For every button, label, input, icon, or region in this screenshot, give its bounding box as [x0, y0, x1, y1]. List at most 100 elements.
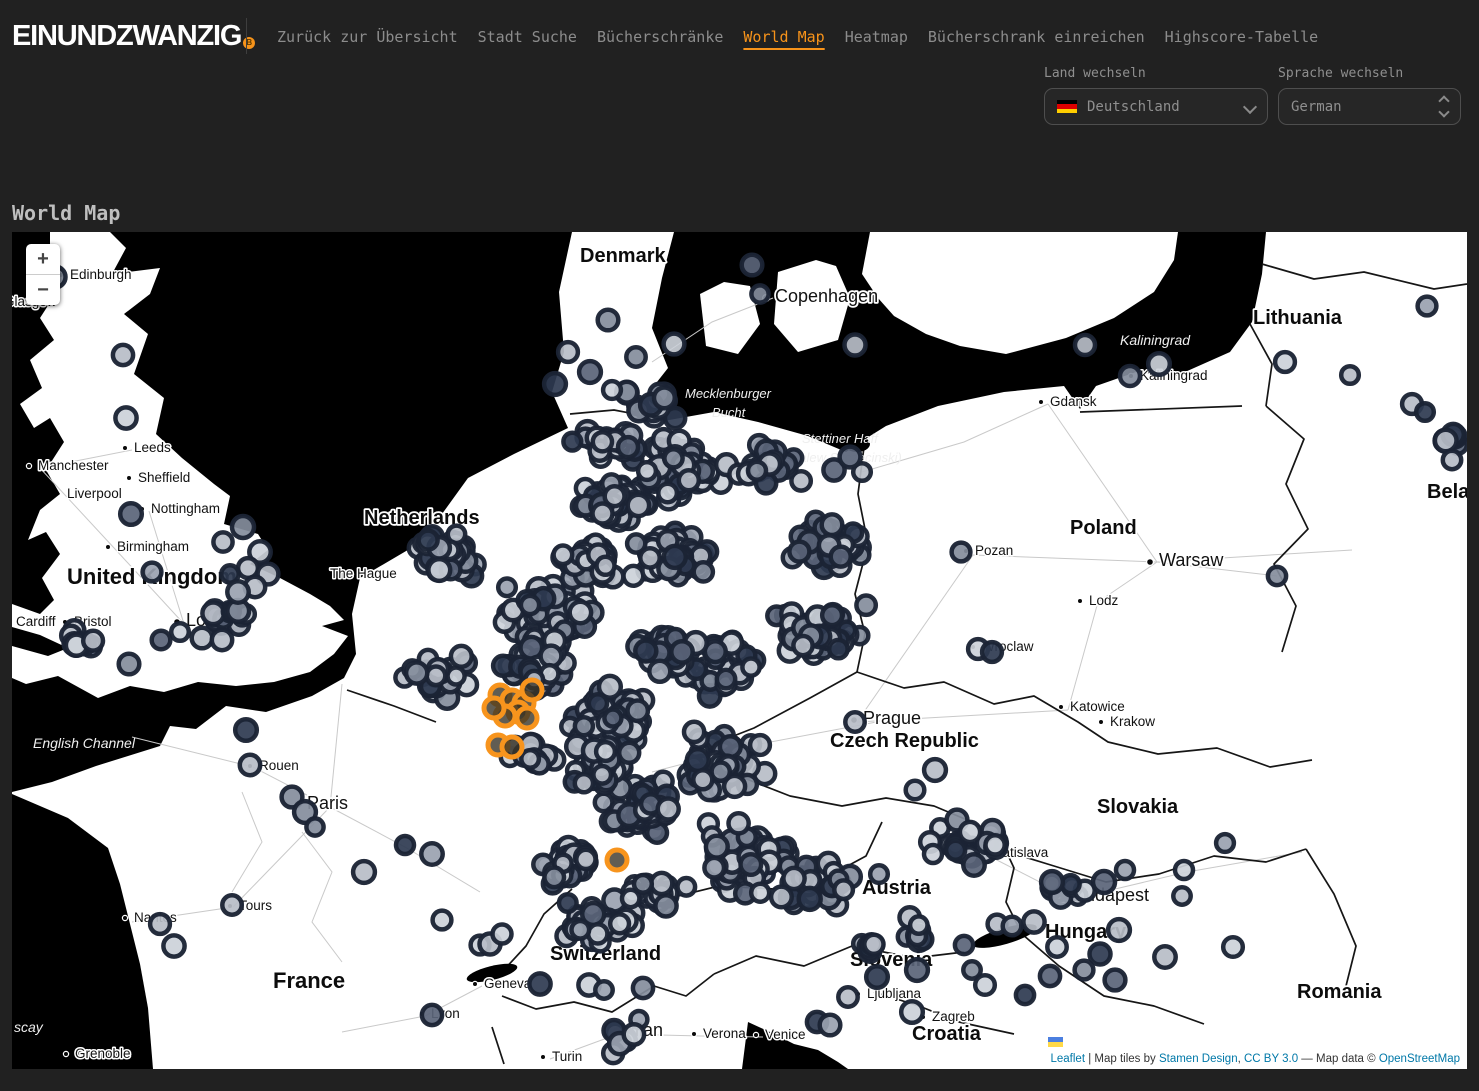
map-marker[interactable]: [986, 835, 1005, 854]
map-marker[interactable]: [960, 822, 980, 842]
map-marker[interactable]: [563, 433, 581, 451]
map-marker[interactable]: [1108, 919, 1130, 941]
map-marker[interactable]: [799, 888, 821, 910]
map-marker[interactable]: [604, 710, 621, 727]
map-marker[interactable]: [493, 925, 512, 944]
map-marker[interactable]: [742, 659, 759, 676]
map-marker[interactable]: [619, 743, 639, 763]
map-marker[interactable]: [529, 973, 550, 994]
map-marker[interactable]: [789, 542, 809, 562]
map-marker[interactable]: [428, 559, 450, 581]
map-marker[interactable]: [396, 836, 414, 854]
nav-item-stadt-suche[interactable]: Stadt Suche: [478, 28, 577, 46]
map-marker[interactable]: [664, 546, 686, 568]
map-marker[interactable]: [227, 581, 248, 602]
map-marker[interactable]: [498, 579, 516, 597]
map-marker[interactable]: [421, 843, 442, 864]
map-marker[interactable]: [596, 742, 615, 761]
map-marker[interactable]: [1341, 366, 1359, 384]
map-marker[interactable]: [664, 334, 685, 355]
map-marker-orange[interactable]: [607, 850, 627, 870]
map-marker[interactable]: [521, 750, 539, 768]
map-marker[interactable]: [433, 911, 452, 930]
map-marker[interactable]: [866, 966, 888, 988]
map-marker[interactable]: [163, 935, 184, 956]
map-marker[interactable]: [704, 858, 724, 878]
map-marker[interactable]: [694, 562, 713, 581]
map-marker[interactable]: [654, 388, 675, 409]
world-map[interactable]: DenmarkUnited KingdomNetherlandsLithuani…: [12, 232, 1467, 1069]
map-marker[interactable]: [870, 865, 888, 883]
map-marker[interactable]: [658, 799, 679, 820]
nav-item-heatmap[interactable]: Heatmap: [845, 28, 908, 46]
country-select[interactable]: Deutschland: [1044, 88, 1268, 125]
map-marker[interactable]: [593, 766, 611, 784]
map-marker[interactable]: [120, 503, 142, 525]
map-marker[interactable]: [240, 755, 260, 775]
map-marker[interactable]: [687, 749, 709, 771]
map-marker[interactable]: [679, 470, 699, 490]
map-marker-orange[interactable]: [522, 680, 542, 700]
map-marker[interactable]: [635, 641, 656, 662]
map-marker[interactable]: [963, 854, 984, 875]
map-marker-orange[interactable]: [517, 708, 537, 728]
map-marker[interactable]: [115, 407, 136, 428]
nav-item-zur-ck-zur-bersicht[interactable]: Zurück zur Übersicht: [277, 28, 458, 46]
map-marker[interactable]: [975, 975, 995, 995]
openstreetmap-link[interactable]: OpenStreetMap: [1379, 1053, 1460, 1065]
map-marker[interactable]: [628, 701, 648, 721]
map-marker[interactable]: [1120, 366, 1140, 386]
map-marker[interactable]: [717, 670, 735, 688]
map-marker[interactable]: [901, 1001, 923, 1023]
map-marker[interactable]: [906, 959, 928, 981]
map-marker[interactable]: [856, 596, 875, 615]
map-marker[interactable]: [306, 818, 323, 835]
map-marker[interactable]: [829, 640, 847, 658]
map-marker[interactable]: [651, 873, 672, 894]
map-marker[interactable]: [192, 628, 213, 649]
zoom-out-button[interactable]: −: [26, 274, 60, 305]
map-marker[interactable]: [1016, 986, 1034, 1004]
map-marker[interactable]: [729, 813, 749, 833]
map-marker[interactable]: [521, 596, 539, 614]
map-marker[interactable]: [451, 646, 472, 667]
map-marker[interactable]: [1105, 970, 1126, 991]
map-marker[interactable]: [924, 845, 942, 863]
map-marker[interactable]: [213, 532, 232, 551]
map-marker[interactable]: [427, 667, 446, 686]
map-marker[interactable]: [212, 630, 232, 650]
map-marker[interactable]: [610, 914, 629, 933]
map-marker[interactable]: [1216, 834, 1234, 852]
map-marker[interactable]: [589, 694, 607, 712]
map-marker[interactable]: [422, 1005, 442, 1025]
map-marker[interactable]: [1023, 911, 1044, 932]
map-marker[interactable]: [684, 722, 704, 742]
map-marker[interactable]: [638, 462, 656, 480]
map-marker[interactable]: [982, 642, 1002, 662]
map-marker[interactable]: [751, 884, 769, 902]
map-marker[interactable]: [1116, 861, 1134, 879]
map-marker[interactable]: [235, 719, 257, 741]
map-marker[interactable]: [1148, 353, 1170, 375]
map-marker[interactable]: [575, 717, 593, 735]
map-marker[interactable]: [924, 759, 946, 781]
map-marker[interactable]: [1075, 961, 1094, 980]
brand-logo[interactable]: EINUNDZWANZIGB: [12, 20, 255, 53]
map-marker[interactable]: [1268, 567, 1286, 585]
nav-item-b-cherschr-nke[interactable]: Bücherschränke: [597, 28, 723, 46]
map-marker[interactable]: [910, 916, 927, 933]
map-marker[interactable]: [1275, 352, 1295, 372]
map-marker[interactable]: [595, 981, 612, 998]
map-marker[interactable]: [113, 345, 133, 365]
map-marker[interactable]: [906, 781, 925, 800]
map-marker[interactable]: [419, 531, 438, 550]
map-marker[interactable]: [1154, 946, 1175, 967]
map-marker[interactable]: [1173, 887, 1190, 904]
map-marker[interactable]: [558, 342, 578, 362]
map-marker[interactable]: [1435, 430, 1457, 452]
map-marker[interactable]: [119, 654, 140, 675]
cc-by-link[interactable]: CC BY 3.0: [1244, 1053, 1298, 1065]
map-marker[interactable]: [693, 770, 712, 789]
map-marker[interactable]: [150, 914, 170, 934]
map-marker[interactable]: [750, 735, 770, 755]
